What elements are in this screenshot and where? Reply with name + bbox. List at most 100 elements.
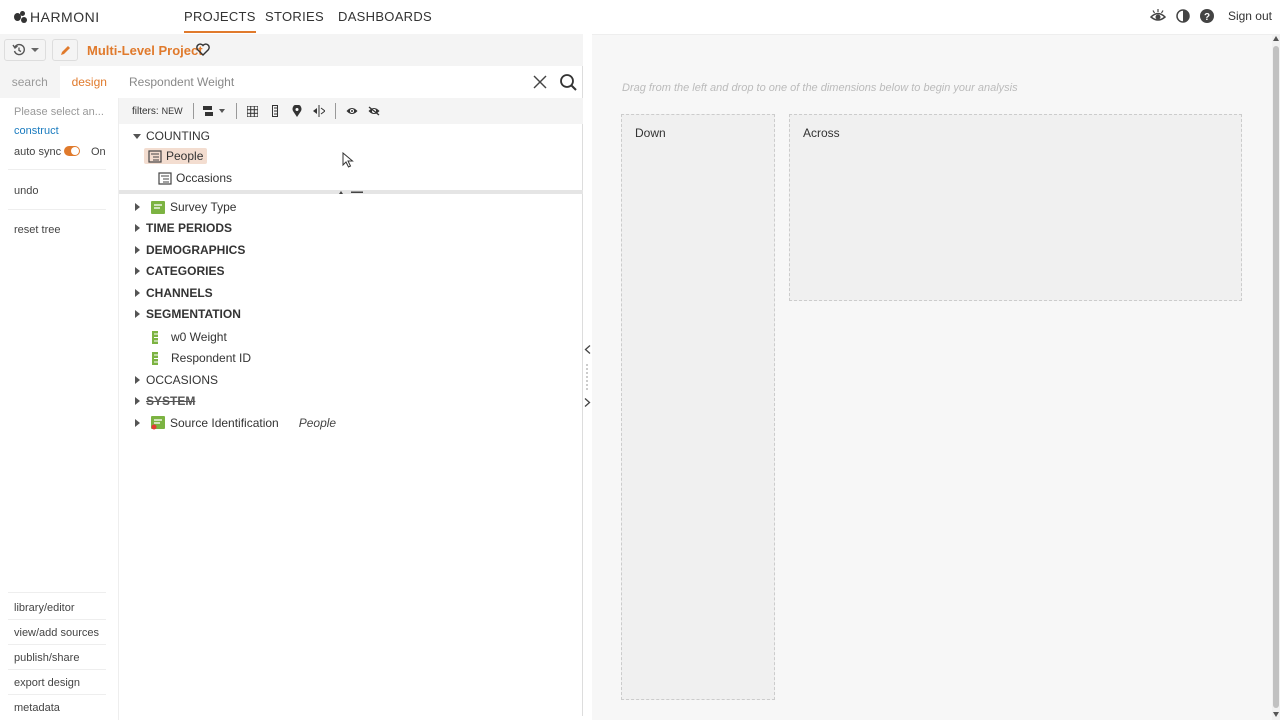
metadata-link[interactable]: metadata: [14, 702, 60, 714]
caret-right-icon[interactable]: [132, 309, 142, 319]
tree-node-system[interactable]: SYSTEM: [132, 391, 195, 411]
reset-tree-button[interactable]: reset tree: [14, 224, 60, 236]
library-editor-link[interactable]: library/editor: [14, 602, 75, 614]
show-hidden-button[interactable]: [343, 103, 361, 119]
search-input[interactable]: [129, 72, 529, 92]
history-button[interactable]: [4, 39, 46, 61]
project-title[interactable]: Multi-Level Project: [87, 43, 203, 58]
tree-node-time-periods[interactable]: TIME PERIODS: [132, 218, 232, 238]
nav-tab-dashboards[interactable]: DASHBOARDS: [338, 9, 432, 24]
edit-project-button[interactable]: [52, 39, 78, 61]
favorite-heart-icon[interactable]: [196, 43, 210, 56]
filter-toolbar: filters: NEW: [119, 98, 583, 124]
contrast-icon[interactable]: [1176, 9, 1190, 23]
caret-right-icon[interactable]: [132, 418, 142, 428]
hierarchy-filter-button[interactable]: [201, 103, 229, 119]
divider: [8, 669, 106, 670]
left-tabs: search design: [0, 66, 119, 98]
caret-right-icon[interactable]: [132, 223, 142, 233]
tree-node-occasions[interactable]: OCCASIONS: [132, 370, 218, 390]
search-icon[interactable]: [559, 73, 577, 91]
drag-grip-icon[interactable]: [585, 364, 589, 390]
scroll-down-icon[interactable]: [1273, 712, 1279, 717]
eye-icon[interactable]: [1149, 9, 1166, 23]
map-pin-icon: [292, 105, 302, 117]
tree-node-categories[interactable]: CATEGORIES: [132, 261, 224, 281]
resize-handle-icon[interactable]: [337, 190, 365, 196]
across-drop-zone[interactable]: Across: [789, 114, 1242, 301]
tree-node-people[interactable]: People: [144, 146, 208, 166]
chevron-down-icon: [30, 48, 39, 52]
sort-icon: [312, 105, 325, 117]
caret-down-icon[interactable]: [132, 131, 142, 141]
caret-right-icon[interactable]: [132, 375, 142, 385]
tree-node-label: DEMOGRAPHICS: [146, 243, 246, 257]
auto-sync-toggle[interactable]: [64, 146, 80, 156]
tree-node-counting[interactable]: COUNTING: [132, 126, 210, 146]
view-add-sources-link[interactable]: view/add sources: [14, 627, 99, 639]
caret-right-icon[interactable]: [132, 245, 142, 255]
divider: [8, 694, 106, 695]
panel-splitter[interactable]: [583, 34, 592, 720]
separator: [192, 103, 194, 119]
tree-node-w0-weight[interactable]: w0 Weight: [152, 327, 227, 347]
page-scrollbar[interactable]: [1272, 34, 1280, 720]
select-dropdown[interactable]: Please select an...: [14, 106, 104, 118]
tree-node-label: COUNTING: [146, 129, 210, 143]
tree-node-label: SEGMENTATION: [146, 307, 241, 321]
sign-out-link[interactable]: Sign out: [1228, 9, 1272, 23]
divider: [8, 619, 106, 620]
close-icon[interactable]: [531, 73, 549, 91]
separator: [334, 103, 336, 119]
source-variable-icon: [151, 416, 165, 430]
tree-node-survey-type[interactable]: Survey Type: [132, 197, 236, 217]
tree-node-demographics[interactable]: DEMOGRAPHICS: [132, 240, 245, 260]
top-nav: HARMONI PROJECTS STORIES DASHBOARDS ? Si…: [0, 0, 1280, 34]
grid-filter-button[interactable]: [244, 103, 262, 119]
ruler-filter-button[interactable]: [266, 103, 284, 119]
scroll-up-icon[interactable]: [1273, 36, 1279, 41]
publish-share-link[interactable]: publish/share: [14, 652, 79, 664]
down-drop-zone[interactable]: Down: [621, 114, 775, 700]
construct-link[interactable]: construct: [14, 125, 59, 137]
nav-tab-projects[interactable]: PROJECTS: [184, 9, 256, 33]
tree-node-label: Occasions: [176, 171, 233, 185]
auto-sync-label: auto sync: [14, 146, 62, 158]
hide-items-button[interactable]: [365, 103, 383, 119]
caret-right-icon[interactable]: [132, 202, 142, 212]
caret-right-icon[interactable]: [132, 288, 142, 298]
collapse-left-icon[interactable]: [584, 345, 591, 354]
undo-button[interactable]: undo: [14, 185, 38, 197]
tree-node-label: TIME PERIODS: [146, 221, 233, 235]
grid-icon: [247, 105, 259, 117]
expand-right-icon[interactable]: [584, 398, 591, 407]
svg-text:?: ?: [1204, 12, 1210, 23]
across-label: Across: [803, 126, 840, 140]
top-icons: ? Sign out: [1149, 9, 1272, 23]
new-filter-button[interactable]: NEW: [162, 106, 183, 116]
tab-design[interactable]: design: [59, 66, 119, 98]
export-design-link[interactable]: export design: [14, 677, 80, 689]
scrollbar-thumb[interactable]: [1273, 46, 1279, 708]
tree-node-segmentation[interactable]: SEGMENTATION: [132, 304, 241, 324]
help-icon[interactable]: ?: [1199, 9, 1214, 23]
tree-node-channels[interactable]: CHANNELS: [132, 283, 213, 303]
harmoni-logo[interactable]: HARMONI: [14, 9, 100, 25]
nav-tab-stories[interactable]: STORIES: [265, 9, 324, 24]
tree-node-source-identification[interactable]: Source Identification People: [132, 413, 336, 433]
tree-node-label: CHANNELS: [146, 286, 213, 300]
history-icon: [11, 43, 25, 56]
counting-level-icon: [148, 149, 162, 163]
tree-node-respondent-id[interactable]: Respondent ID: [152, 348, 251, 368]
tree-node-occasions-level[interactable]: Occasions: [158, 168, 232, 188]
search-bar: [119, 66, 583, 98]
location-filter-button[interactable]: [288, 103, 306, 119]
hierarchy-icon: [202, 106, 225, 116]
pencil-icon: [60, 45, 70, 55]
caret-right-icon[interactable]: [132, 396, 142, 406]
caret-right-icon[interactable]: [132, 266, 142, 276]
tab-search[interactable]: search: [0, 66, 60, 98]
sort-filter-button[interactable]: [310, 103, 328, 119]
brand-name: HARMONI: [30, 9, 100, 25]
tree-node-label: Respondent ID: [171, 351, 252, 365]
